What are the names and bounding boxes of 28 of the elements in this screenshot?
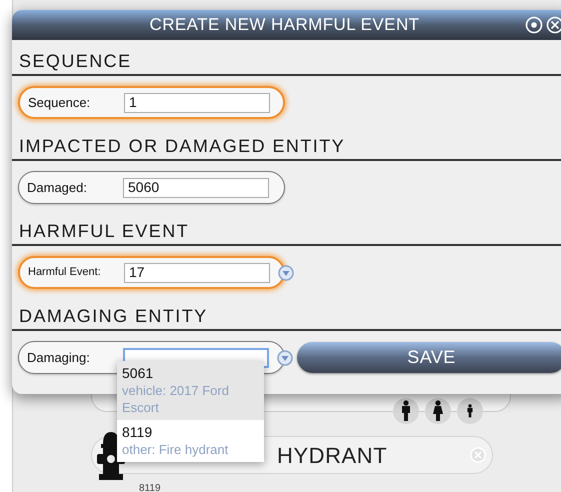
input-field[interactable]: 1 (124, 92, 270, 112)
section-heading: SEQUENCE (18, 50, 133, 72)
dropdown-icon[interactable] (278, 264, 294, 280)
suggestion-description: other: Fire hydrant (122, 441, 230, 458)
target-icon[interactable] (525, 16, 543, 34)
section-heading: IMPACTED OR DAMAGED ENTITY (18, 135, 346, 157)
save-button[interactable]: SAVE (297, 342, 561, 373)
field-label: Damaging: (27, 348, 91, 367)
field-label: Sequence: (28, 94, 92, 112)
input-field[interactable]: 17 (124, 262, 270, 282)
suggestion-id: 5061 (122, 365, 154, 382)
man-icon[interactable] (393, 398, 419, 424)
woman-icon[interactable] (425, 398, 451, 424)
child-icon[interactable] (457, 398, 483, 424)
input-field[interactable]: 5060 (123, 178, 269, 198)
section-heading: DAMAGING ENTITY (18, 305, 209, 327)
field-label: Harmful Event: (28, 265, 102, 280)
suggestion-description: vehicle: 2017 Ford Escort (122, 382, 230, 416)
suggestion-item[interactable]: 5061 vehicle: 2017 Ford Escort (117, 361, 264, 420)
dialog-title: CREATE NEW HARMFUL EVENT (148, 14, 420, 36)
entity-caption: 8119 (139, 484, 161, 492)
suggestion-id: 8119 (122, 424, 154, 441)
section-heading: HARMFUL EVENT (18, 220, 190, 242)
close-icon[interactable] (546, 16, 561, 34)
entity-name: HYDRANT (277, 442, 388, 470)
field-label: Damaged: (27, 178, 88, 197)
dropdown-icon[interactable] (277, 350, 293, 366)
suggestion-item[interactable]: 8119 other: Fire hydrant (117, 420, 264, 462)
